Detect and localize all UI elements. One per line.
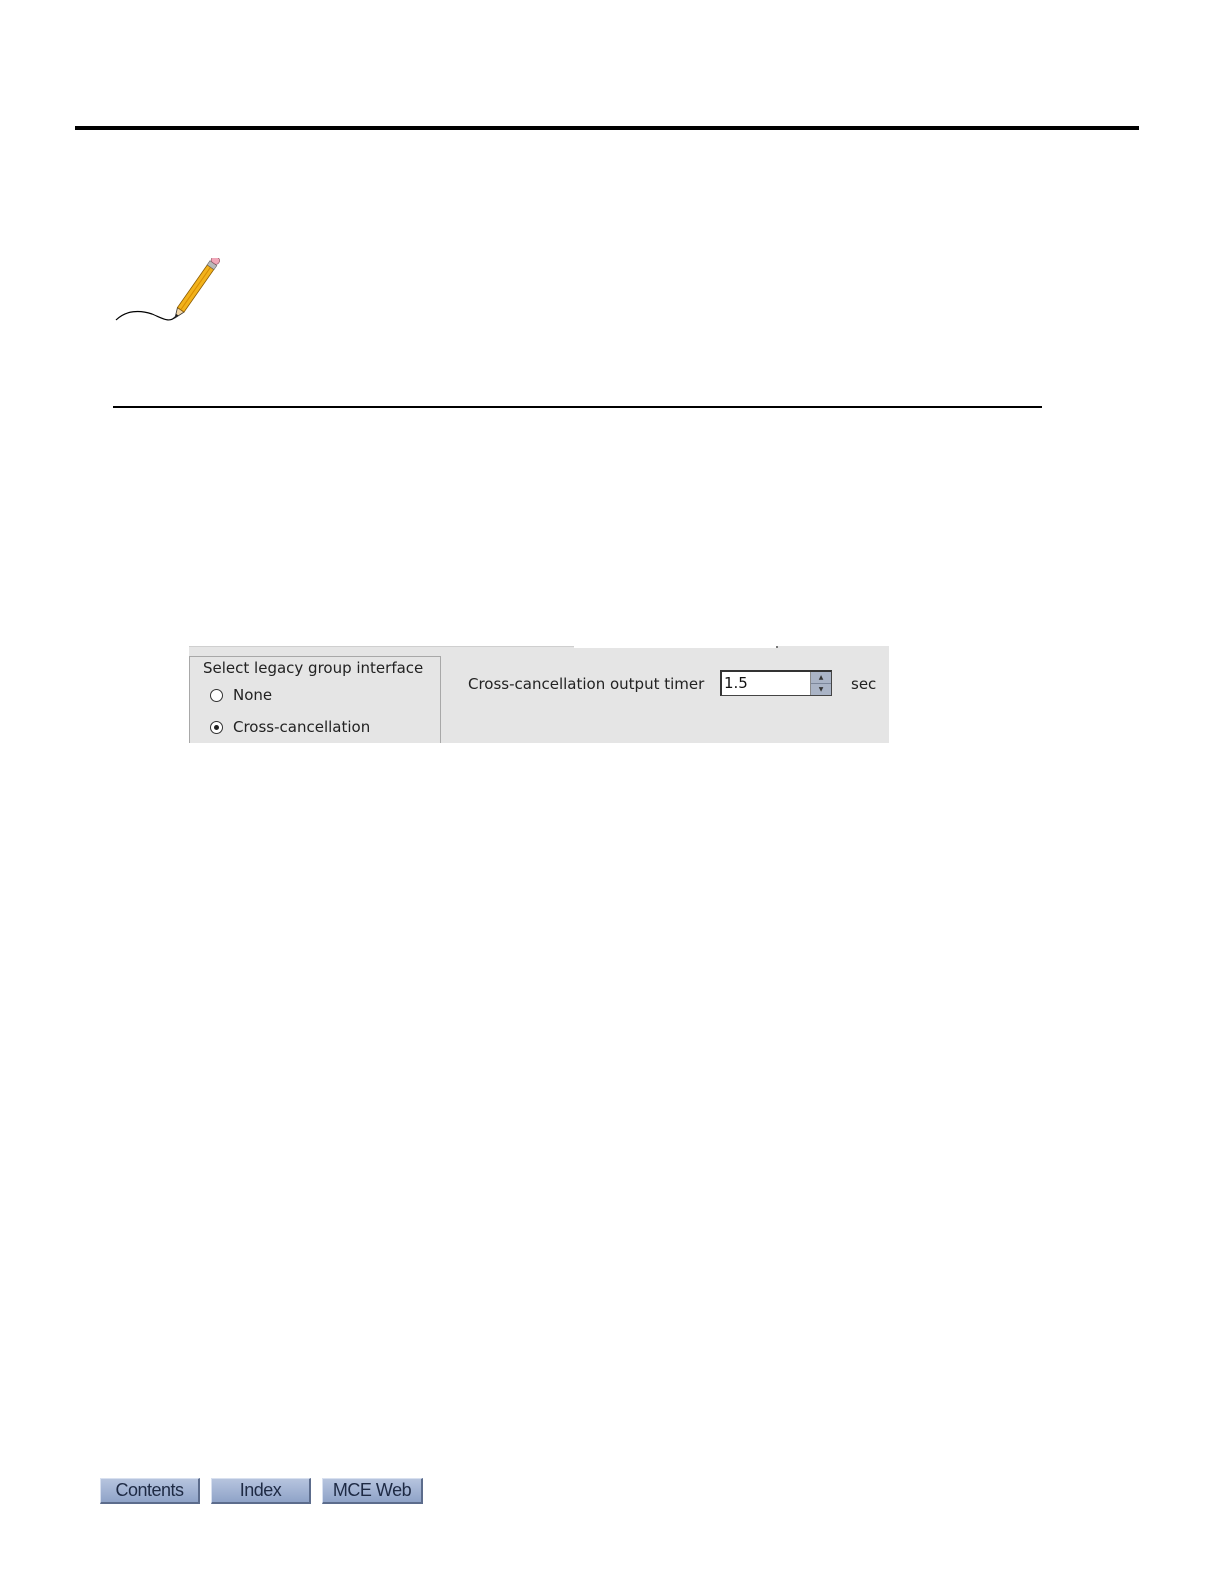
panel-edge-highlight — [574, 646, 776, 648]
timer-spinner[interactable]: ▲ ▼ — [720, 670, 832, 696]
header-rule — [75, 126, 1139, 130]
index-button[interactable]: Index — [211, 1478, 311, 1504]
radio-label: None — [233, 686, 273, 704]
pencil-icon — [115, 258, 221, 321]
legacy-group-interface-group: Select legacy group interface None Cross… — [189, 656, 441, 743]
nav-bar: Contents Index MCE Web — [100, 1478, 423, 1505]
radio-button-selected[interactable] — [210, 720, 223, 734]
note-divider — [113, 406, 1042, 408]
settings-panel: Select legacy group interface None Cross… — [189, 646, 889, 743]
radio-option-none[interactable]: None — [210, 685, 272, 705]
arrow-down-icon[interactable]: ▼ — [811, 684, 831, 695]
radio-selected-dot — [214, 724, 219, 730]
arrow-up-icon[interactable]: ▲ — [811, 672, 831, 684]
radio-button[interactable] — [210, 688, 223, 702]
panel-edge-mark — [776, 646, 778, 648]
radio-label: Cross-cancellation — [233, 718, 371, 736]
group-legend: Select legacy group interface — [200, 658, 427, 678]
timer-input[interactable] — [722, 672, 810, 694]
contents-button[interactable]: Contents — [100, 1478, 200, 1504]
radio-option-cross-cancellation[interactable]: Cross-cancellation — [210, 717, 370, 737]
timer-label: Cross-cancellation output timer — [468, 675, 705, 693]
panel-edge — [189, 646, 574, 647]
mce-web-button[interactable]: MCE Web — [322, 1478, 423, 1504]
spinner-buttons: ▲ ▼ — [810, 672, 831, 695]
timer-unit-label: sec — [851, 675, 877, 693]
